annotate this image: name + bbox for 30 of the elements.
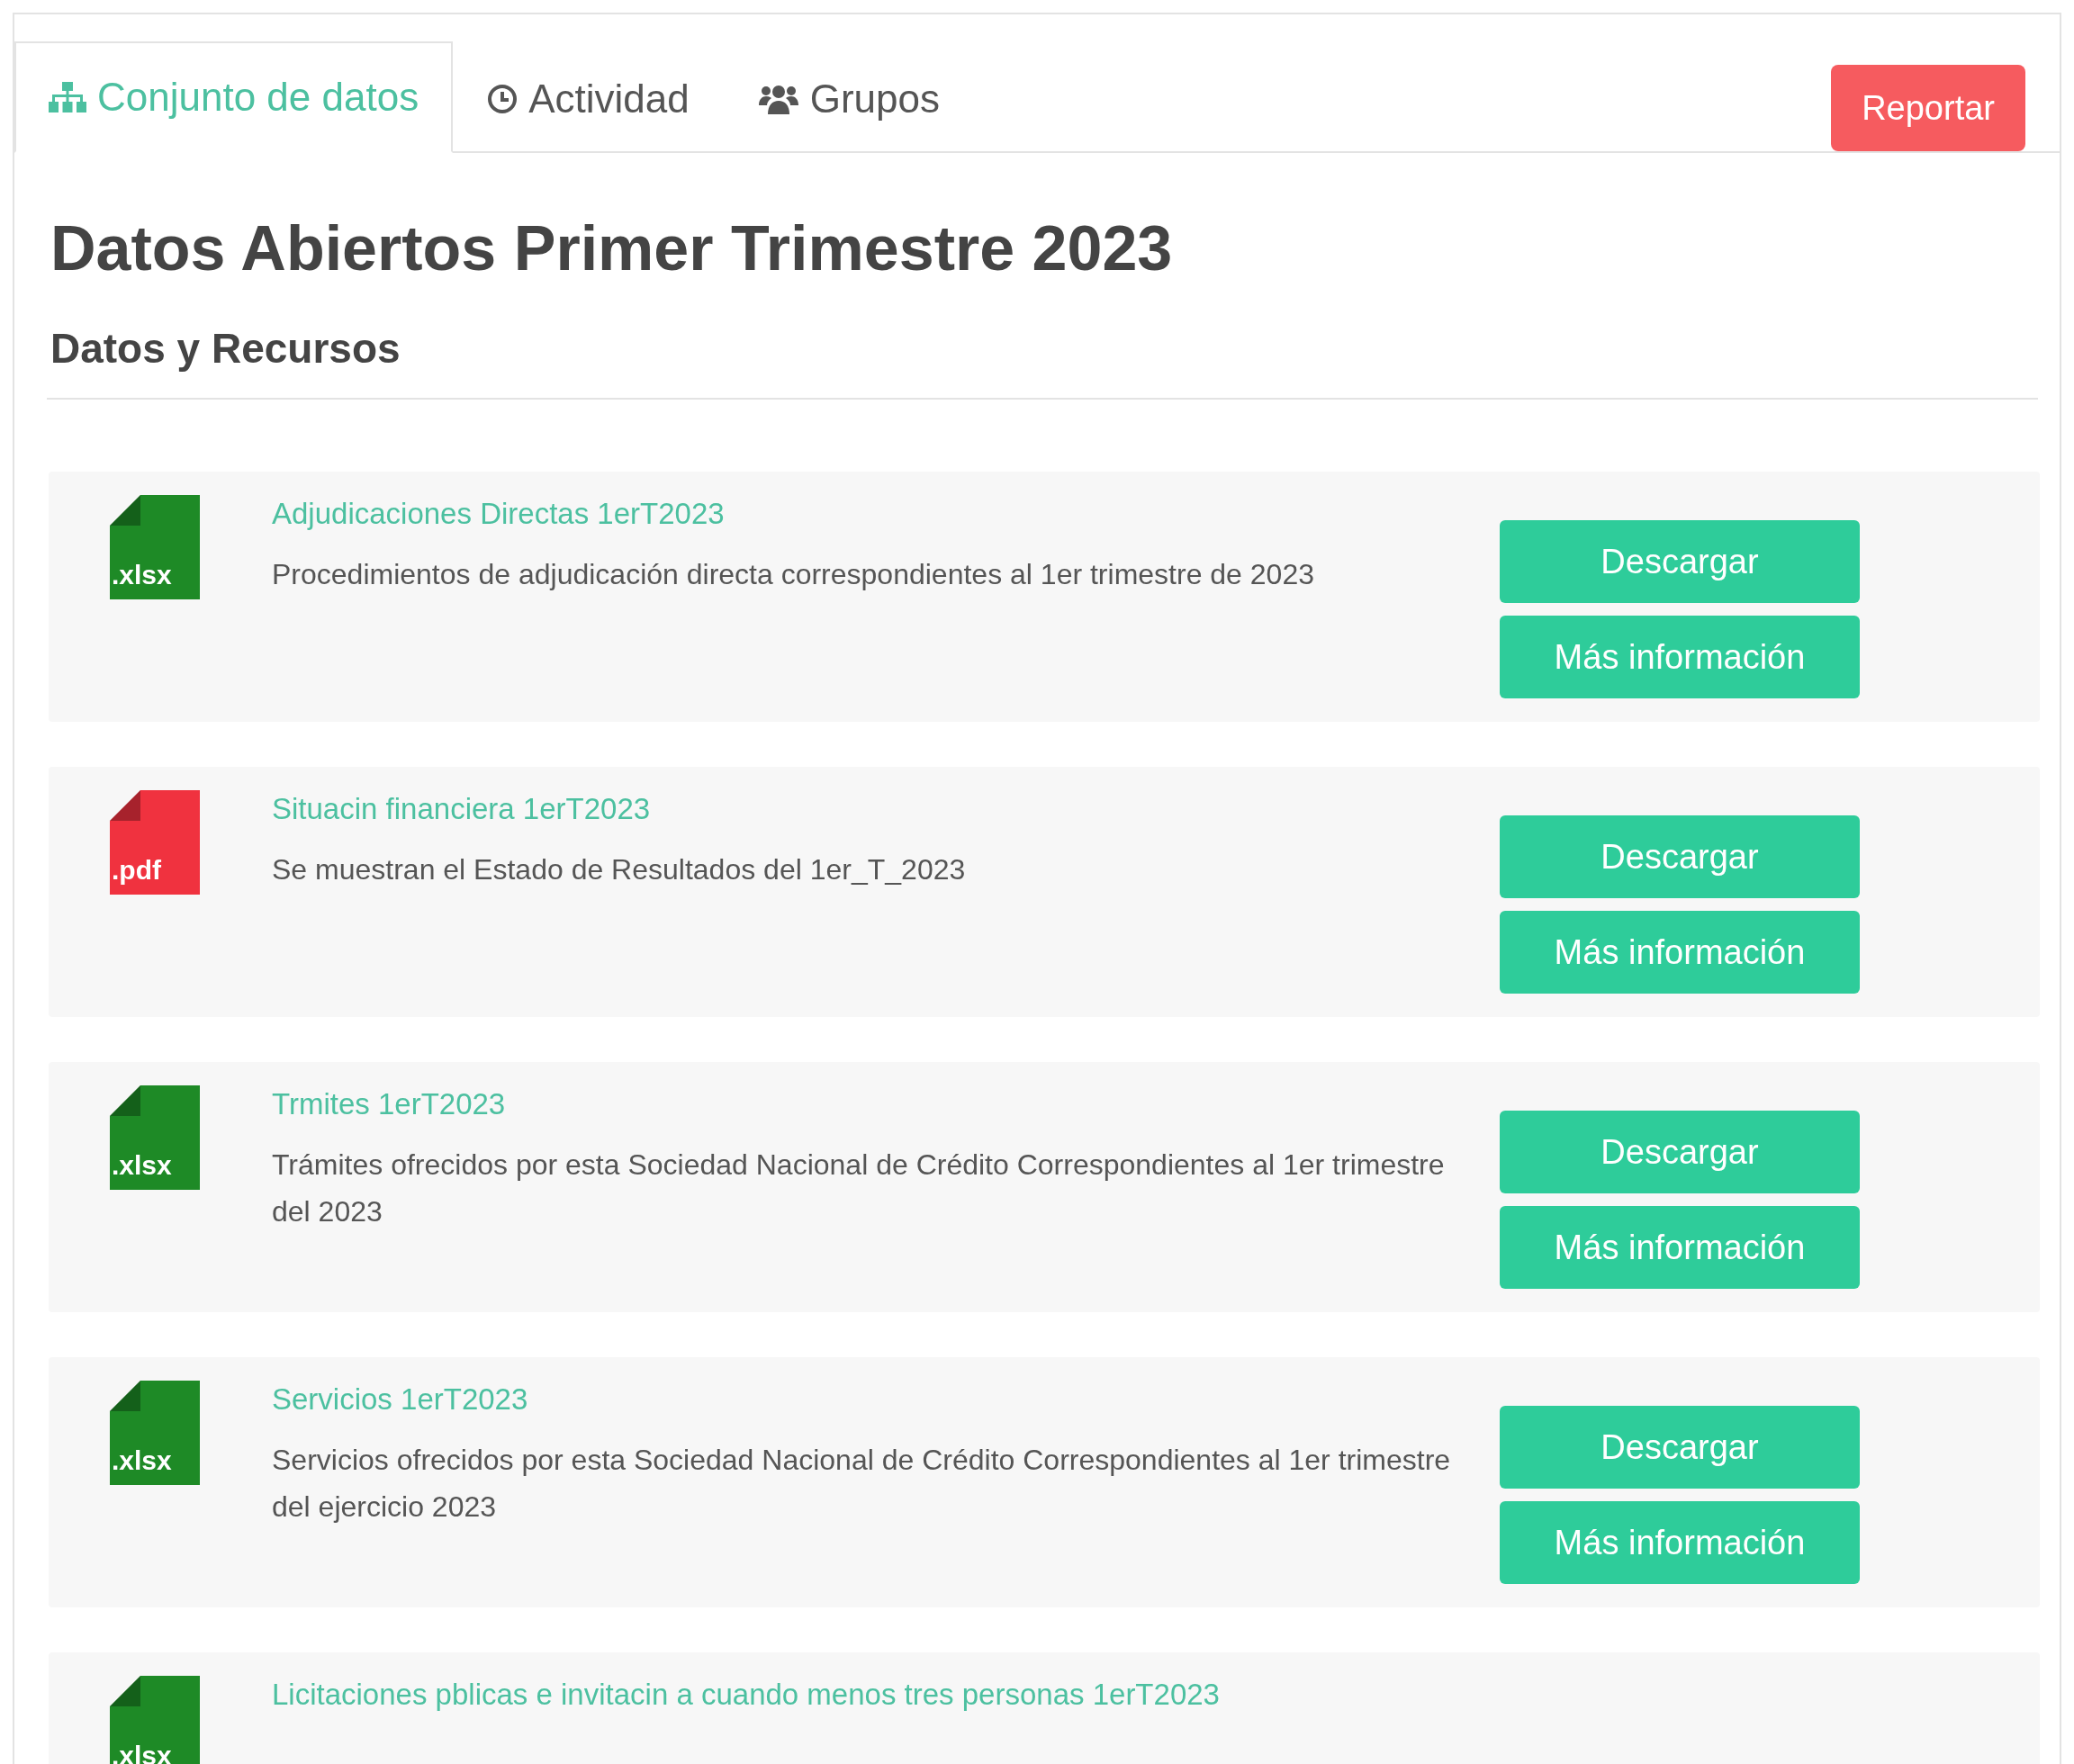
- page-title: Datos Abiertos Primer Trimestre 2023: [50, 212, 1174, 284]
- tab[interactable]: Actividad: [453, 43, 724, 153]
- download-button[interactable]: Descargar: [1500, 1111, 1860, 1193]
- resource-description: Servicios ofrecidos por esta Sociedad Nacional de Crédito Correspondientes al 1er trimestre del ejercicio 2023: [272, 1443, 1452, 1525]
- resource-link[interactable]: Trmites 1erT2023: [272, 1087, 1478, 1121]
- download-button[interactable]: Descargar: [1500, 1406, 1860, 1489]
- download-button[interactable]: Descargar: [1500, 520, 1860, 603]
- tab[interactable]: Conjunto de datos: [14, 41, 454, 153]
- resource-link[interactable]: Servicios 1erT2023: [272, 1382, 1478, 1417]
- resource-description: Procedimientos de adjudicación directa correspondientes al 1er trimestre de 2023: [272, 557, 1315, 592]
- file-format-label: .xlsx: [112, 1150, 172, 1181]
- clock-icon: [487, 84, 518, 114]
- resource-link[interactable]: Situacin financiera 1erT2023: [272, 792, 1478, 826]
- more-info-button[interactable]: Más información: [1500, 911, 1860, 994]
- resource-link[interactable]: Adjudicaciones Directas 1erT2023: [272, 497, 1478, 531]
- file-format-label: .pdf: [112, 855, 161, 886]
- file-format-label: .xlsx: [112, 560, 172, 590]
- resource-description: Se muestran el Estado de Resultados del 1er_T_2023: [272, 852, 967, 887]
- section-heading: Datos y Recursos: [50, 324, 401, 373]
- more-info-button[interactable]: Más información: [1500, 1501, 1860, 1584]
- more-info-button[interactable]: Más información: [1500, 616, 1860, 698]
- resource-link[interactable]: Licitaciones pblicas e invitacin a cuando menos tres personas 1erT2023: [272, 1678, 1478, 1712]
- users-icon: [757, 84, 799, 114]
- download-button[interactable]: Descargar: [1500, 815, 1860, 898]
- resource-description: Trámites ofrecidos por esta Sociedad Nacional de Crédito Correspondientes al 1er trimestre del 2023: [272, 1148, 1446, 1229]
- file-format-label: .xlsx: [112, 1445, 172, 1476]
- report-button[interactable]: Reportar: [1831, 65, 2025, 151]
- tab[interactable]: Grupos: [723, 43, 974, 153]
- more-info-button[interactable]: Más información: [1500, 1206, 1860, 1289]
- sitemap-icon: [49, 82, 86, 112]
